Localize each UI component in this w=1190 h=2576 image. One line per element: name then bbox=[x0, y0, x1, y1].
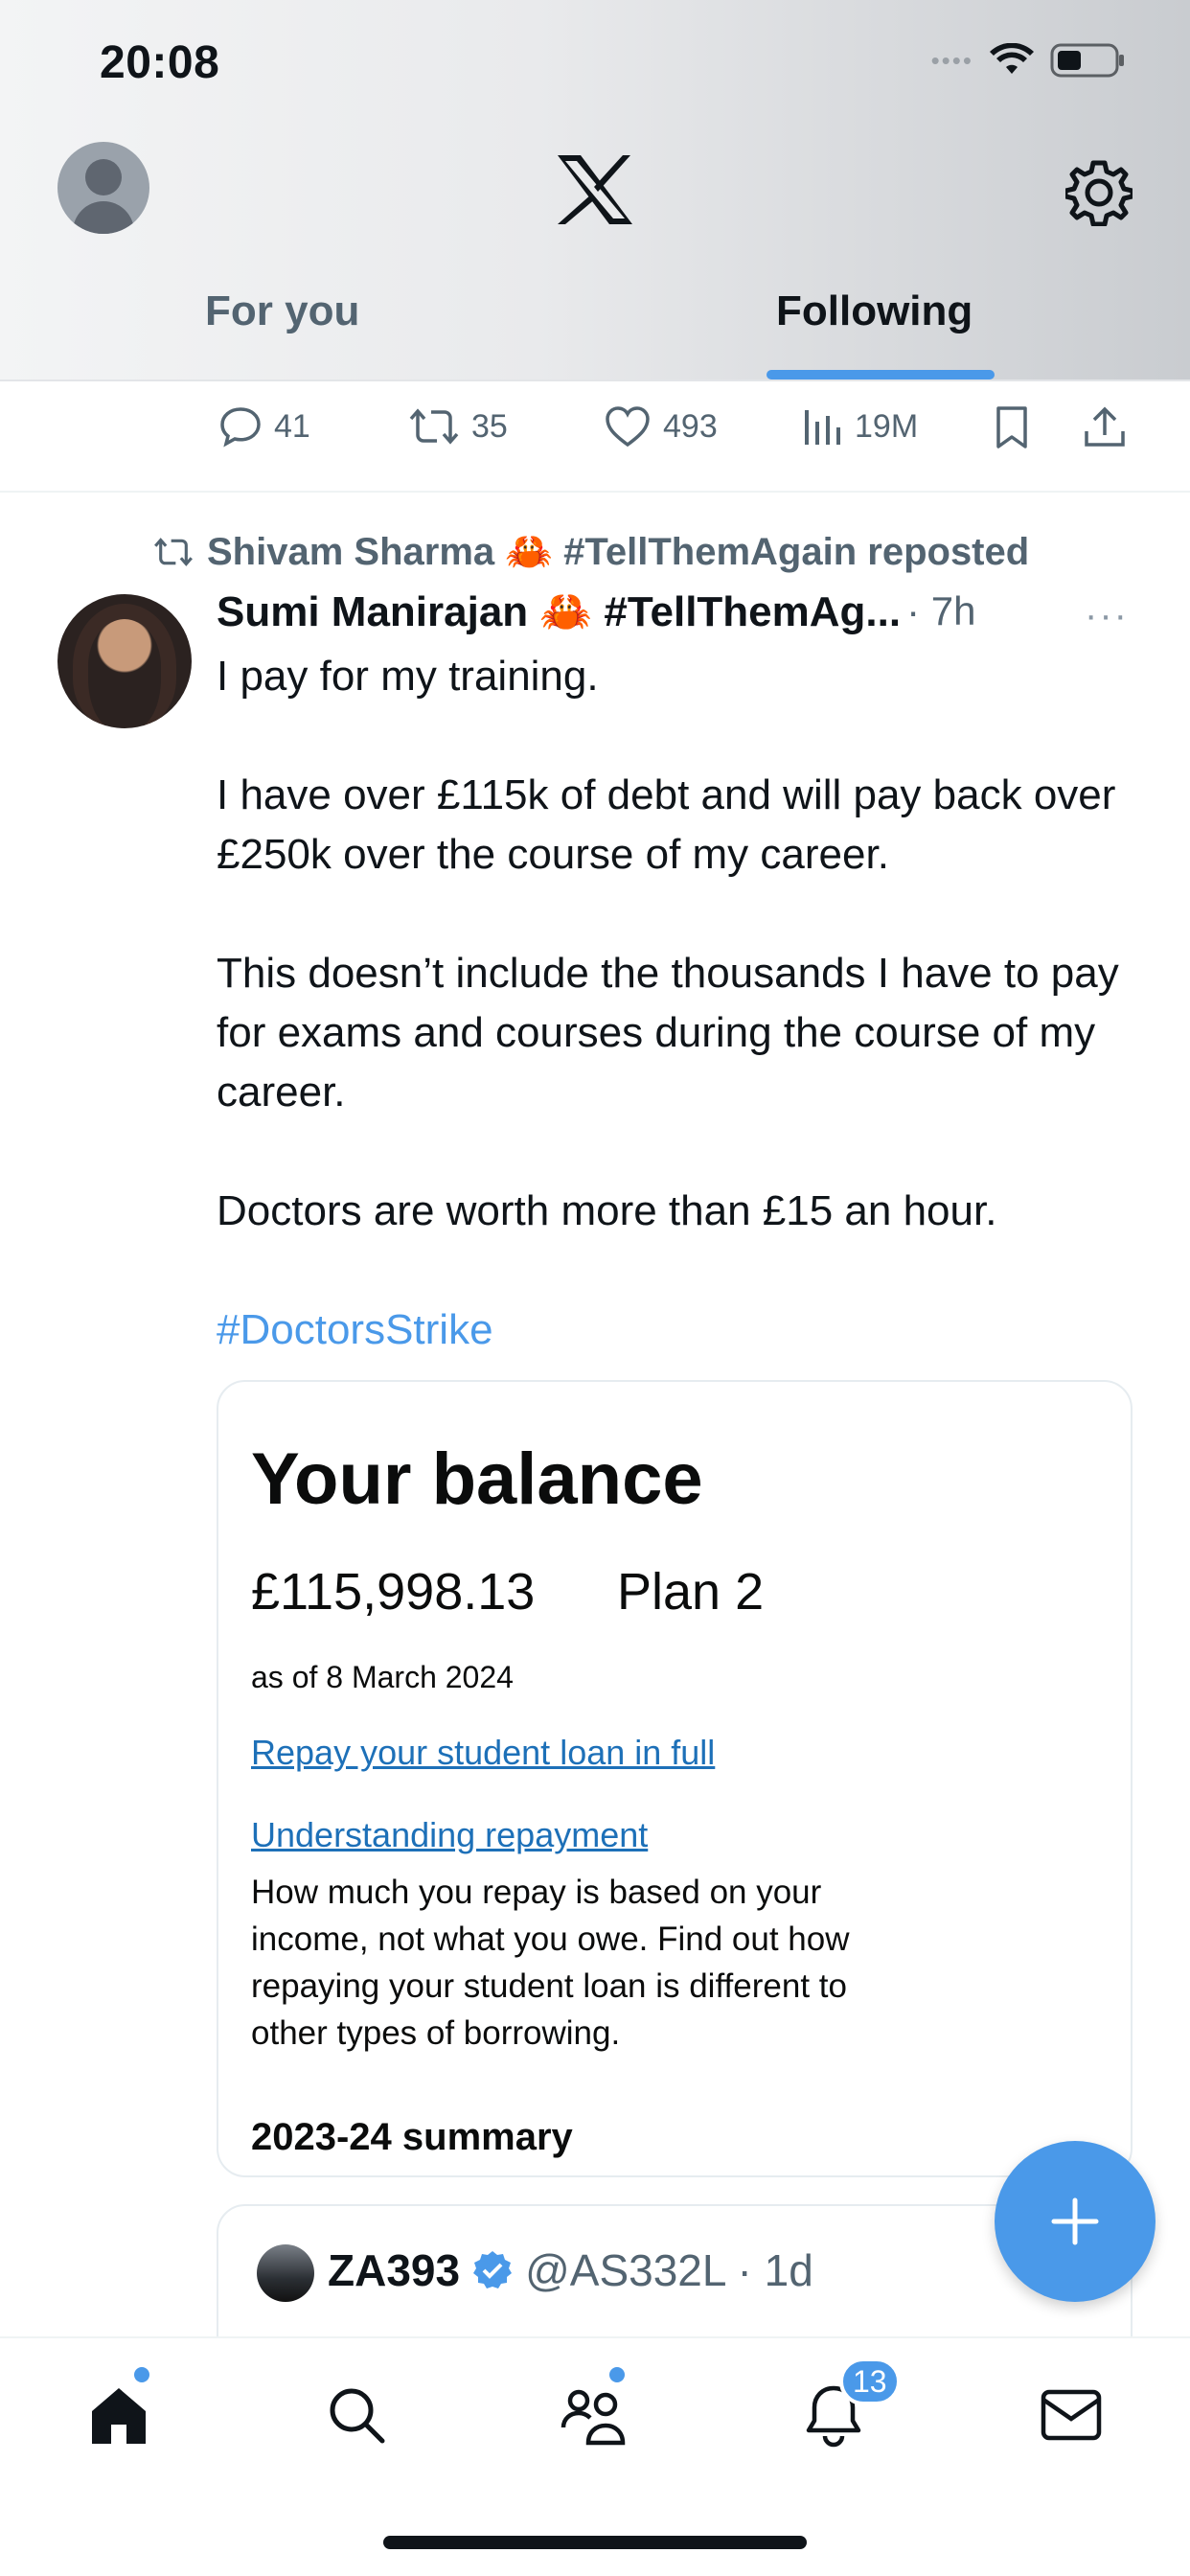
reply-count: 41 bbox=[274, 407, 310, 445]
notifications-count-badge: 13 bbox=[839, 2358, 901, 2405]
image-description-text: How much you repay is based on your inco… bbox=[251, 1874, 850, 2052]
repost-button[interactable]: 35 bbox=[408, 404, 508, 448]
like-button[interactable]: 493 bbox=[604, 404, 718, 448]
views-chart-icon bbox=[805, 410, 840, 445]
tweet-paragraph: Doctors are worth more than £15 an hour. bbox=[217, 1187, 997, 1234]
quoted-author-line: ZA393 @AS332L · 1d bbox=[328, 2244, 813, 2296]
quoted-author-handle: @AS332L · 1d bbox=[525, 2245, 813, 2295]
mail-icon bbox=[1041, 2389, 1102, 2441]
image-summary-heading: 2023-24 summary bbox=[251, 2116, 573, 2158]
heart-icon bbox=[606, 406, 650, 448]
avatar-hair-shape bbox=[73, 604, 176, 728]
bookmark-icon bbox=[996, 406, 1027, 448]
home-unread-dot bbox=[134, 2367, 149, 2382]
image-balance-title: Your balance bbox=[251, 1438, 703, 1520]
avatar-head-shape bbox=[85, 159, 122, 196]
plus-icon bbox=[1051, 2197, 1099, 2245]
tab-following[interactable]: Following bbox=[776, 288, 973, 335]
tweet-time[interactable]: · 7h bbox=[906, 588, 975, 634]
author-name[interactable]: Sumi Manirajan 🦀 #TellThemAg... bbox=[217, 586, 901, 636]
x-logo-icon bbox=[558, 155, 632, 224]
active-tab-indicator bbox=[767, 370, 995, 380]
top-header: 20:08 •••• For you Following bbox=[0, 0, 1190, 381]
repost-small-icon bbox=[154, 537, 193, 566]
battery-icon bbox=[1050, 43, 1124, 78]
views-count: 19M bbox=[855, 407, 919, 445]
nav-communities[interactable] bbox=[556, 2377, 632, 2453]
home-indicator[interactable] bbox=[383, 2536, 807, 2549]
reply-icon bbox=[220, 407, 261, 448]
views-button[interactable]: 19M bbox=[801, 404, 918, 448]
author-avatar[interactable] bbox=[57, 594, 192, 728]
wifi-icon bbox=[990, 43, 1034, 74]
image-balance-amount: £115,998.13 bbox=[251, 1563, 536, 1621]
hashtag-link[interactable]: #DoctorsStrike bbox=[217, 1300, 1146, 1360]
communities-icon bbox=[561, 2389, 626, 2446]
share-button[interactable] bbox=[1083, 404, 1127, 450]
like-count: 493 bbox=[663, 407, 718, 445]
reply-button[interactable]: 41 bbox=[218, 404, 310, 448]
image-repay-link: Repay your student loan in full bbox=[251, 1733, 716, 1772]
quoted-author-name: ZA393 bbox=[328, 2245, 461, 2295]
tweet-paragraph: I have over £115k of debt and will pay b… bbox=[217, 771, 1116, 878]
repost-attribution[interactable]: Shivam Sharma 🦀 #TellThemAgain reposted bbox=[151, 529, 1029, 574]
repost-attribution-text: Shivam Sharma 🦀 #TellThemAgain reposted bbox=[207, 531, 1030, 573]
signal-icon: •••• bbox=[930, 45, 973, 75]
tweet-paragraph: I pay for my training. bbox=[217, 653, 599, 700]
tab-for-you[interactable]: For you bbox=[205, 288, 359, 335]
previous-tweet-action-bar: 41 35 493 19M bbox=[0, 383, 1190, 493]
bookmark-button[interactable] bbox=[993, 404, 1031, 450]
image-plan-label: Plan 2 bbox=[617, 1563, 765, 1621]
status-time: 20:08 bbox=[100, 37, 220, 88]
image-understanding-link: Understanding repayment bbox=[251, 1815, 649, 1854]
tweet-paragraph: This doesn’t include the thousands I hav… bbox=[217, 950, 1119, 1116]
more-options-button[interactable]: ··· bbox=[1085, 594, 1129, 637]
avatar-body-shape bbox=[73, 201, 134, 234]
nav-messages[interactable] bbox=[1033, 2377, 1110, 2453]
repost-icon bbox=[409, 408, 459, 445]
status-icons: •••• bbox=[931, 42, 1127, 79]
compose-post-button[interactable] bbox=[995, 2141, 1156, 2302]
tweet-body: I pay for my training. I have over £115k… bbox=[217, 647, 1146, 1360]
search-icon bbox=[330, 2388, 385, 2444]
nav-home[interactable] bbox=[80, 2377, 157, 2453]
repost-count: 35 bbox=[471, 407, 508, 445]
settings-gear-icon[interactable] bbox=[1065, 159, 1133, 226]
verified-badge-icon bbox=[473, 2251, 513, 2288]
nav-search[interactable] bbox=[318, 2377, 395, 2453]
quoted-author-avatar bbox=[257, 2244, 314, 2302]
image-as-of-date: as of 8 March 2024 bbox=[251, 1660, 514, 1694]
tweet-author-line: Sumi Manirajan 🦀 #TellThemAg... · 7h bbox=[217, 586, 1136, 636]
share-icon bbox=[1085, 406, 1125, 447]
home-icon bbox=[92, 2388, 146, 2444]
communities-unread-dot bbox=[609, 2367, 625, 2382]
tweet-image-card[interactable]: Your balance £115,998.13 Plan 2 as of 8 … bbox=[217, 1380, 1133, 2177]
profile-avatar-button[interactable] bbox=[57, 142, 149, 234]
